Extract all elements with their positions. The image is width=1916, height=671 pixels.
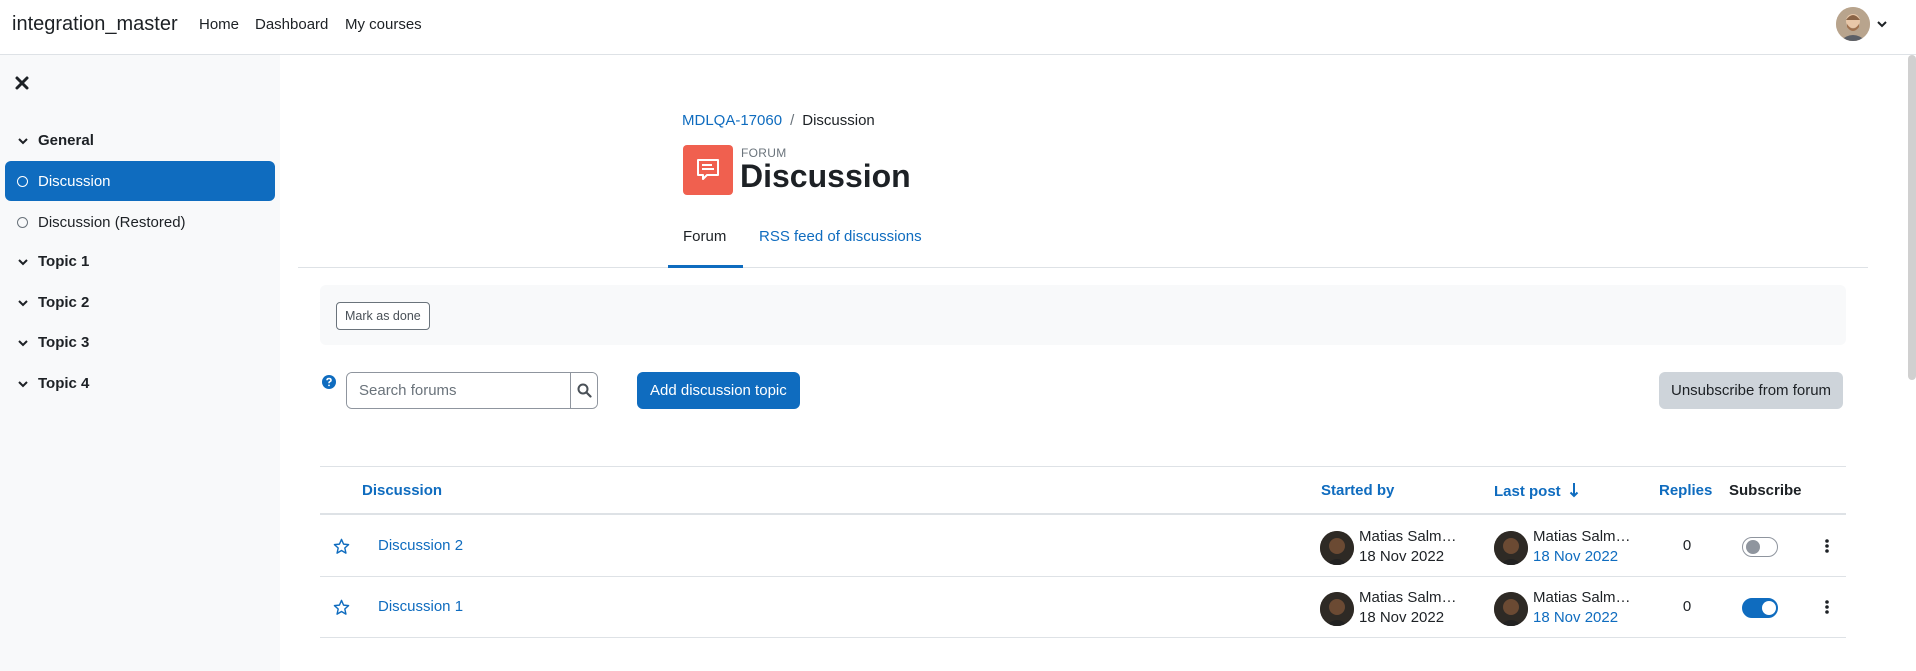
start-date: 18 Nov 2022 xyxy=(1359,548,1445,565)
toggle-knob xyxy=(1762,601,1776,615)
user-menu[interactable] xyxy=(1836,7,1888,41)
breadcrumb-current: Discussion xyxy=(802,112,875,129)
section-label: Topic 4 xyxy=(38,375,90,392)
starter-name[interactable]: Matias Salmerón xyxy=(1359,528,1457,545)
more-options-icon[interactable] xyxy=(1824,538,1830,554)
chevron-down-icon xyxy=(18,258,28,265)
user-avatar xyxy=(1836,7,1870,41)
column-header-label: Last post xyxy=(1494,483,1561,500)
column-header-subscribe: Subscribe xyxy=(1729,482,1802,499)
search-forums-box xyxy=(346,372,598,409)
star-icon[interactable] xyxy=(333,538,350,555)
table-row: Discussion 2 Matias Salmerón 18 Nov 2022… xyxy=(320,516,1846,577)
table-row: Discussion 1 Matias Salmerón 18 Nov 2022… xyxy=(320,577,1846,638)
search-button[interactable] xyxy=(570,373,597,408)
chevron-down-icon xyxy=(1877,21,1887,28)
discussion-link[interactable]: Discussion 1 xyxy=(378,598,463,615)
tab-forum[interactable]: Forum xyxy=(683,228,726,245)
last-post-date-link[interactable]: 18 Nov 2022 xyxy=(1533,548,1618,565)
help-icon[interactable] xyxy=(322,375,336,389)
starter-avatar[interactable] xyxy=(1320,592,1354,626)
last-post-date-link[interactable]: 18 Nov 2022 xyxy=(1533,609,1618,626)
breadcrumb-separator: / xyxy=(790,112,795,129)
subscribe-toggle[interactable] xyxy=(1742,537,1778,557)
starter-name[interactable]: Matias Salmerón xyxy=(1359,589,1457,606)
star-icon[interactable] xyxy=(333,599,350,616)
chevron-down-icon xyxy=(18,137,28,144)
discussion-link[interactable]: Discussion 2 xyxy=(378,537,463,554)
table-header: Discussion Started by Last post Replies … xyxy=(320,466,1846,515)
site-brand[interactable]: integration_master xyxy=(12,13,178,36)
subscribe-toggle[interactable] xyxy=(1742,598,1778,618)
page-scrollbar[interactable] xyxy=(1908,55,1916,380)
nav-dashboard-link[interactable]: Dashboard xyxy=(255,16,328,33)
activity-completion-bar: Mark as done xyxy=(320,285,1846,345)
section-topic-1[interactable]: Topic 1 xyxy=(18,253,89,270)
nav-my-courses-link[interactable]: My courses xyxy=(345,16,422,33)
close-icon[interactable] xyxy=(14,75,30,91)
add-discussion-topic-button[interactable]: Add discussion topic xyxy=(637,372,800,409)
breadcrumb-course-link[interactable]: MDLQA-17060 xyxy=(682,112,782,129)
completion-circle-icon xyxy=(17,175,28,187)
active-tab-indicator xyxy=(668,265,743,268)
section-topic-3[interactable]: Topic 3 xyxy=(18,334,89,351)
chevron-down-icon xyxy=(18,299,28,306)
course-index-drawer: General Discussion Discussion (Restored)… xyxy=(0,55,280,671)
sort-descending-icon xyxy=(1569,483,1579,498)
column-header-last-post[interactable]: Last post xyxy=(1494,482,1579,500)
section-label: Topic 1 xyxy=(38,253,90,270)
activity-discussion-restored[interactable]: Discussion (Restored) xyxy=(5,202,275,242)
section-label: Topic 2 xyxy=(38,294,90,311)
section-topic-2[interactable]: Topic 2 xyxy=(18,294,89,311)
section-general[interactable]: General xyxy=(18,132,94,149)
activity-label: Discussion xyxy=(38,172,111,190)
page-title: Discussion xyxy=(740,158,911,194)
last-post-avatar[interactable] xyxy=(1494,592,1528,626)
replies-count: 0 xyxy=(1682,598,1692,615)
forum-icon xyxy=(683,145,733,195)
nav-home-link[interactable]: Home xyxy=(199,16,239,33)
section-topic-4[interactable]: Topic 4 xyxy=(18,375,89,392)
column-header-discussion[interactable]: Discussion xyxy=(362,482,442,499)
search-icon xyxy=(577,383,592,398)
column-header-started-by[interactable]: Started by xyxy=(1321,482,1394,499)
completion-circle-icon xyxy=(17,216,28,228)
navbar: integration_master Home Dashboard My cou… xyxy=(0,0,1916,55)
activity-label: Discussion (Restored) xyxy=(38,213,186,231)
replies-count: 0 xyxy=(1682,537,1692,554)
last-post-user[interactable]: Matias Salmerón xyxy=(1533,589,1631,606)
search-input[interactable] xyxy=(347,373,570,408)
activity-discussion[interactable]: Discussion xyxy=(5,161,275,201)
start-date: 18 Nov 2022 xyxy=(1359,609,1445,626)
last-post-avatar[interactable] xyxy=(1494,531,1528,565)
tabs-divider xyxy=(298,267,1868,268)
starter-avatar[interactable] xyxy=(1320,531,1354,565)
chevron-down-icon xyxy=(18,380,28,387)
toggle-knob xyxy=(1746,540,1760,554)
chevron-down-icon xyxy=(18,339,28,346)
last-post-user[interactable]: Matias Salmerón xyxy=(1533,528,1631,545)
more-options-icon[interactable] xyxy=(1824,599,1830,615)
unsubscribe-forum-button[interactable]: Unsubscribe from forum xyxy=(1659,372,1844,409)
breadcrumb: MDLQA-17060 / Discussion xyxy=(682,112,875,129)
section-label: Topic 3 xyxy=(38,334,90,351)
section-label: General xyxy=(38,132,94,149)
column-header-replies[interactable]: Replies xyxy=(1659,482,1712,499)
mark-as-done-button[interactable]: Mark as done xyxy=(336,302,430,330)
tab-rss-feed[interactable]: RSS feed of discussions xyxy=(759,228,922,245)
